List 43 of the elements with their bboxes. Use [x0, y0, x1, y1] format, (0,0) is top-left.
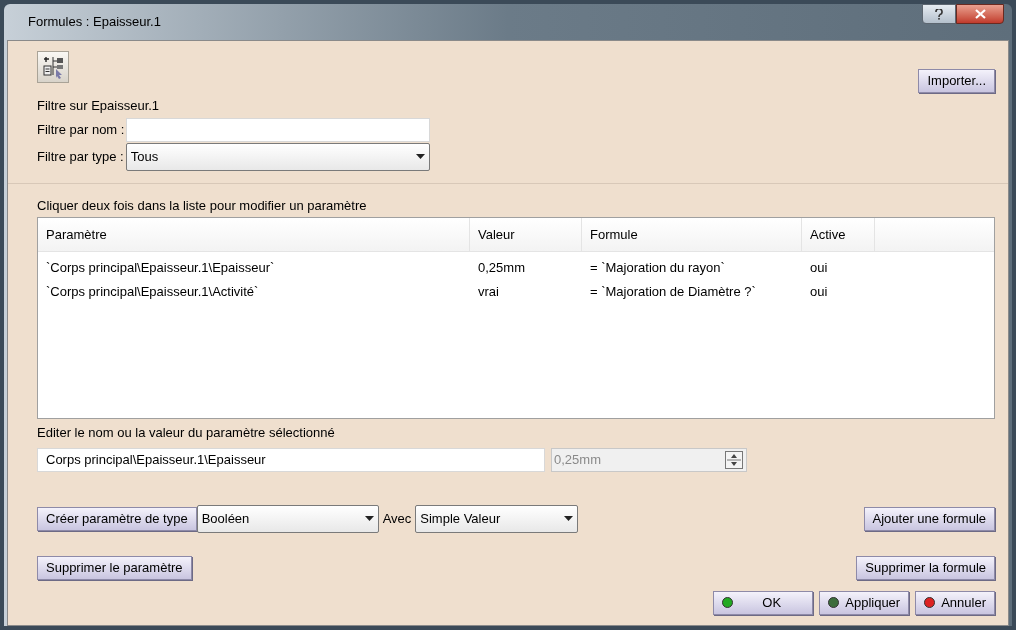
type-filter-dropdown[interactable]: Tous [125, 142, 430, 171]
help-icon [935, 8, 943, 20]
table-cell-text: 0,25mm [477, 259, 526, 278]
dialog-button[interactable]: Annuler [915, 590, 995, 615]
filter-heading: Filtre sur Epaisseur.1 [37, 97, 161, 115]
table-cell-text: = `Majoration de Diamètre ?` [589, 283, 757, 302]
parameter-tree-button[interactable] [37, 51, 69, 83]
value-kind-dropdown[interactable]: Simple Valeur [415, 504, 579, 533]
table-cell-text: oui [809, 283, 829, 302]
dialog-button[interactable]: OK [713, 590, 814, 615]
table-cell-text: = `Majoration du rayon` [589, 259, 726, 278]
help-button[interactable] [922, 4, 956, 24]
edit-label: Editer le nom ou la valeur du paramètre sélectionné [37, 424, 336, 442]
table-cell-text: `Corps principal\Epaisseur.1\Epaisseur` [45, 259, 276, 278]
parameter-name-field[interactable]: Corps principal\Epaisseur.1\Epaisseur [37, 447, 545, 472]
table-cell-text: vrai [477, 283, 500, 302]
list-hint: Cliquer deux fois dans la liste pour modifier un paramètre [37, 196, 368, 215]
create-parameter-button[interactable]: Créer paramètre de type [37, 506, 197, 531]
import-button[interactable]: Importer... [918, 69, 995, 93]
dropdown-arrow-icon [364, 516, 374, 521]
window-title: Formules : Epaisseur.1 [28, 13, 161, 32]
parameter-type-dropdown[interactable]: Booléen [196, 504, 379, 533]
table-cell-text: oui [809, 259, 829, 278]
name-filter-field[interactable] [126, 117, 431, 142]
delete-formula-button[interactable]: Supprimer la formule [856, 555, 995, 580]
dropdown-arrow-icon [564, 516, 574, 521]
close-icon [974, 9, 986, 19]
column-header[interactable]: Paramètre [38, 218, 470, 251]
dialog-button[interactable]: Appliquer [819, 590, 910, 615]
name-filter-label: Filtre par nom : [37, 120, 125, 139]
table-row[interactable]: `Corps principal\Epaisseur.1\Activité` vrai = `Majoration de Diamètre ?` oui [38, 280, 994, 304]
add-formula-button[interactable]: Ajouter une formule [863, 506, 995, 531]
close-button[interactable] [956, 4, 1004, 24]
type-filter-label: Filtre par type : [37, 147, 124, 166]
with-label: Avec [382, 509, 412, 528]
table-cell-text: `Corps principal\Epaisseur.1\Activité` [45, 283, 260, 302]
column-header[interactable]: Formule [582, 218, 802, 251]
column-header[interactable]: Valeur [470, 218, 582, 251]
dropdown-arrow-icon [415, 154, 425, 159]
formula-tree-icon [42, 55, 64, 79]
column-header[interactable]: Active [802, 218, 875, 251]
delete-parameter-button[interactable]: Supprimer le paramètre [37, 555, 192, 580]
table-row[interactable]: `Corps principal\Epaisseur.1\Epaisseur` 0,25mm = `Majoration du rayon` oui [38, 256, 994, 280]
